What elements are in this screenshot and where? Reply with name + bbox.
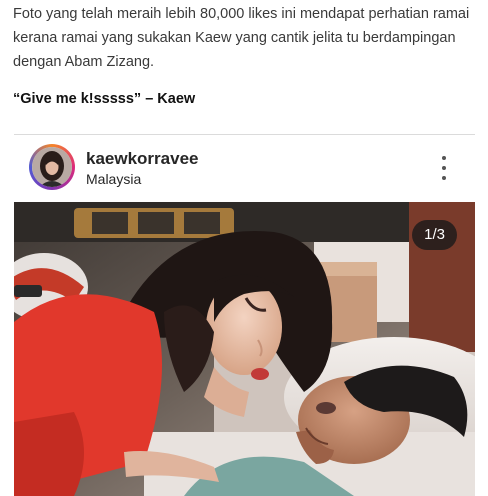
- post-location[interactable]: Malaysia: [86, 171, 141, 187]
- post-username[interactable]: kaewkorravee: [86, 149, 198, 169]
- instagram-embed: kaewkorravee Malaysia 1/3: [14, 134, 475, 496]
- more-vertical-icon[interactable]: [432, 153, 456, 183]
- avatar[interactable]: [29, 144, 75, 190]
- post-header: kaewkorravee Malaysia: [14, 135, 475, 201]
- avatar-image: [32, 147, 72, 187]
- article-paragraph: Foto yang telah meraih lebih 80,000 like…: [13, 6, 470, 70]
- carousel-counter: 1/3: [412, 220, 457, 250]
- photo-illustration: [14, 202, 475, 496]
- article-quote: “Give me k!sssss” – Kaew: [13, 91, 196, 107]
- post-photo[interactable]: 1/3: [14, 202, 475, 496]
